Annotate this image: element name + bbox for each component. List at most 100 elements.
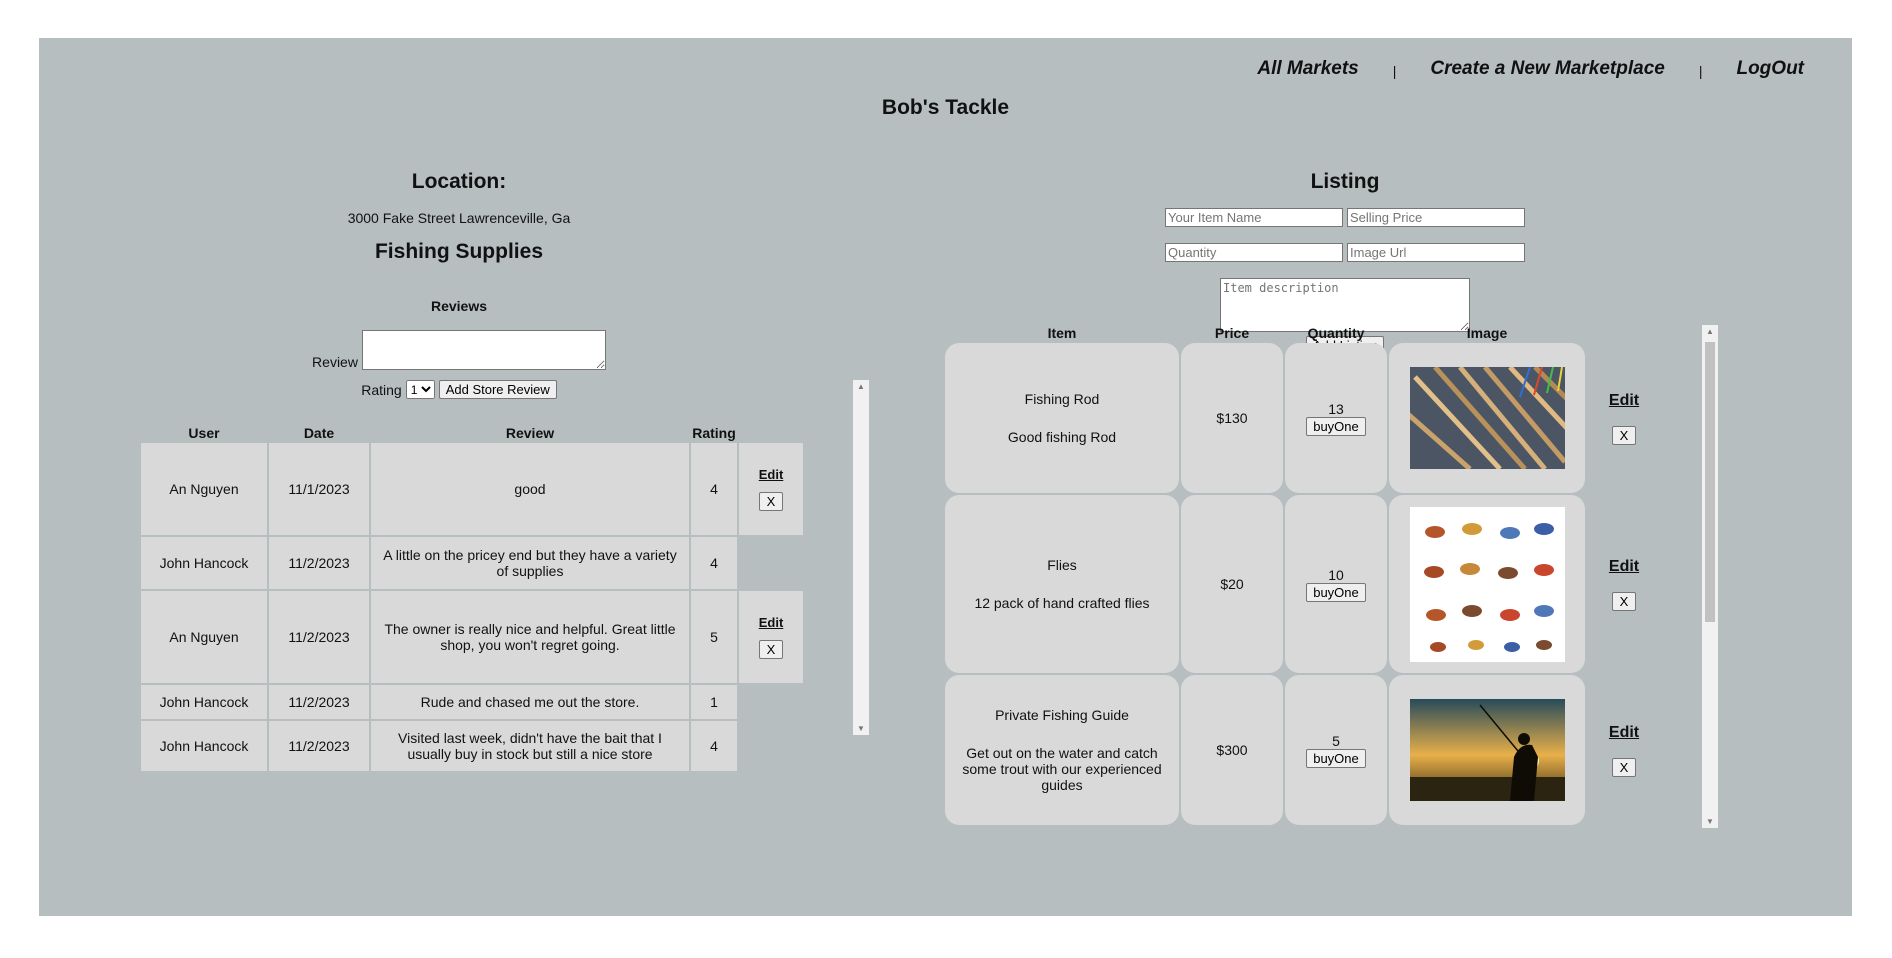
- delete-review-button[interactable]: X: [758, 640, 784, 659]
- quantity-cell: 5 buyOne: [1285, 675, 1387, 825]
- column-header-price: Price: [1214, 324, 1250, 341]
- fishing-rod-image: [1409, 367, 1565, 469]
- quantity-input[interactable]: [1165, 243, 1343, 262]
- all-markets-link[interactable]: All Markets: [1257, 58, 1358, 80]
- table-row: Fishing Rod Good fishing Rod $130 13 buy…: [945, 343, 1661, 493]
- review-actions: Edit X: [739, 443, 803, 535]
- column-header-date: Date: [303, 424, 335, 441]
- review-text: good: [371, 443, 689, 535]
- item-quantity: 13: [1328, 400, 1344, 417]
- review-user: John Hancock: [141, 685, 267, 719]
- review-form: Review: [95, 330, 823, 370]
- edit-listing-link[interactable]: Edit: [1588, 392, 1660, 410]
- rating-select[interactable]: 1: [405, 380, 435, 399]
- image-cell: [1389, 495, 1585, 673]
- table-row: John Hancock 11/2/2023 A little on the p…: [141, 537, 803, 589]
- scroll-down-icon[interactable]: ▼: [857, 724, 865, 733]
- item-quantity: 5: [1332, 732, 1340, 749]
- listing-scrollbar[interactable]: ▲ ▼: [1702, 325, 1718, 828]
- create-marketplace-link[interactable]: Create a New Marketplace: [1430, 58, 1664, 80]
- listing-table: Item Price Quantity Image Fishing Rod Go…: [943, 322, 1663, 827]
- review-text: The owner is really nice and helpful. Gr…: [371, 591, 689, 683]
- logout-link[interactable]: LogOut: [1736, 58, 1804, 80]
- column-header-item: Item: [1047, 324, 1077, 341]
- store-category: Fishing Supplies: [374, 240, 543, 263]
- review-rating: 4: [691, 537, 737, 589]
- column-header-rating: Rating: [692, 424, 736, 441]
- review-rating: 5: [691, 591, 737, 683]
- item-actions: Edit X: [1587, 675, 1661, 825]
- table-row: Private Fishing Guide Get out on the wat…: [945, 675, 1661, 825]
- reviews-heading: Reviews: [430, 298, 488, 314]
- item-cell: Flies 12 pack of hand crafted flies: [945, 495, 1179, 673]
- edit-review-link[interactable]: Edit: [743, 467, 799, 482]
- delete-listing-button[interactable]: X: [1611, 757, 1637, 777]
- table-row: John Hancock 11/2/2023 Visited last week…: [141, 721, 803, 771]
- location-heading: Location:: [411, 170, 507, 193]
- nav-separator: |: [1698, 63, 1703, 79]
- review-rating: 1: [691, 685, 737, 719]
- column-header-user: User: [188, 424, 220, 441]
- edit-review-link[interactable]: Edit: [743, 615, 799, 630]
- reviews-scrollbar[interactable]: ▲ ▼: [853, 380, 869, 735]
- scrollbar-thumb[interactable]: [1705, 342, 1715, 622]
- review-date: 11/2/2023: [269, 721, 369, 771]
- review-user: An Nguyen: [141, 443, 267, 535]
- item-cell: Private Fishing Guide Get out on the wat…: [945, 675, 1179, 825]
- table-row: An Nguyen 11/1/2023 good 4 Edit X: [141, 443, 803, 535]
- buy-one-button[interactable]: buyOne: [1306, 748, 1366, 768]
- review-label: Review: [312, 354, 358, 370]
- delete-listing-button[interactable]: X: [1611, 591, 1637, 611]
- listing-heading: Listing: [1310, 170, 1380, 193]
- rating-row: Rating 1 Add Store Review: [95, 380, 823, 399]
- edit-listing-link[interactable]: Edit: [1588, 724, 1660, 742]
- item-price: $300: [1181, 675, 1283, 825]
- review-user: An Nguyen: [141, 591, 267, 683]
- delete-review-button[interactable]: X: [758, 492, 784, 511]
- item-actions: Edit X: [1587, 495, 1661, 673]
- review-input[interactable]: [361, 330, 606, 370]
- quantity-cell: 13 buyOne: [1285, 343, 1387, 493]
- item-cell: Fishing Rod Good fishing Rod: [945, 343, 1179, 493]
- scroll-up-icon[interactable]: ▲: [857, 382, 865, 391]
- review-text: A little on the pricey end but they have…: [371, 537, 689, 589]
- item-name: Flies: [1047, 557, 1077, 573]
- item-description: Get out on the water and catch some trou…: [962, 745, 1162, 793]
- delete-listing-button[interactable]: X: [1611, 425, 1637, 445]
- review-date: 11/2/2023: [269, 537, 369, 589]
- table-row: Flies 12 pack of hand crafted flies $20 …: [945, 495, 1661, 673]
- listing-form: [945, 208, 1745, 262]
- item-price: $130: [1181, 343, 1283, 493]
- item-quantity: 10: [1328, 566, 1344, 583]
- review-date: 11/1/2023: [269, 443, 369, 535]
- review-actions: Edit X: [739, 591, 803, 683]
- store-title: Bob's Tackle: [881, 96, 1010, 119]
- item-description: Good fishing Rod: [1007, 429, 1117, 445]
- column-header-review: Review: [505, 424, 555, 441]
- scroll-up-icon[interactable]: ▲: [1706, 327, 1714, 336]
- image-cell: [1389, 675, 1585, 825]
- review-date: 11/2/2023: [269, 591, 369, 683]
- scroll-down-icon[interactable]: ▼: [1706, 817, 1714, 826]
- item-description: 12 pack of hand crafted flies: [974, 595, 1150, 611]
- item-name-input[interactable]: [1165, 208, 1343, 227]
- edit-listing-link[interactable]: Edit: [1588, 558, 1660, 576]
- review-text: Visited last week, didn't have the bait …: [371, 721, 689, 771]
- image-url-input[interactable]: [1347, 243, 1525, 262]
- item-name: Private Fishing Guide: [995, 707, 1129, 723]
- buy-one-button[interactable]: buyOne: [1306, 416, 1366, 436]
- review-rating: 4: [691, 721, 737, 771]
- review-rating: 4: [691, 443, 737, 535]
- selling-price-input[interactable]: [1347, 208, 1525, 227]
- table-row: An Nguyen 11/2/2023 The owner is really …: [141, 591, 803, 683]
- review-text: Rude and chased me out the store.: [371, 685, 689, 719]
- review-user: John Hancock: [141, 721, 267, 771]
- review-user: John Hancock: [141, 537, 267, 589]
- fishing-guide-image: [1409, 699, 1565, 801]
- item-name: Fishing Rod: [1024, 391, 1100, 407]
- rating-label: Rating: [361, 381, 402, 398]
- column-header-image: Image: [1466, 324, 1508, 341]
- buy-one-button[interactable]: buyOne: [1306, 582, 1366, 602]
- add-store-review-button[interactable]: Add Store Review: [438, 380, 557, 399]
- item-price: $20: [1181, 495, 1283, 673]
